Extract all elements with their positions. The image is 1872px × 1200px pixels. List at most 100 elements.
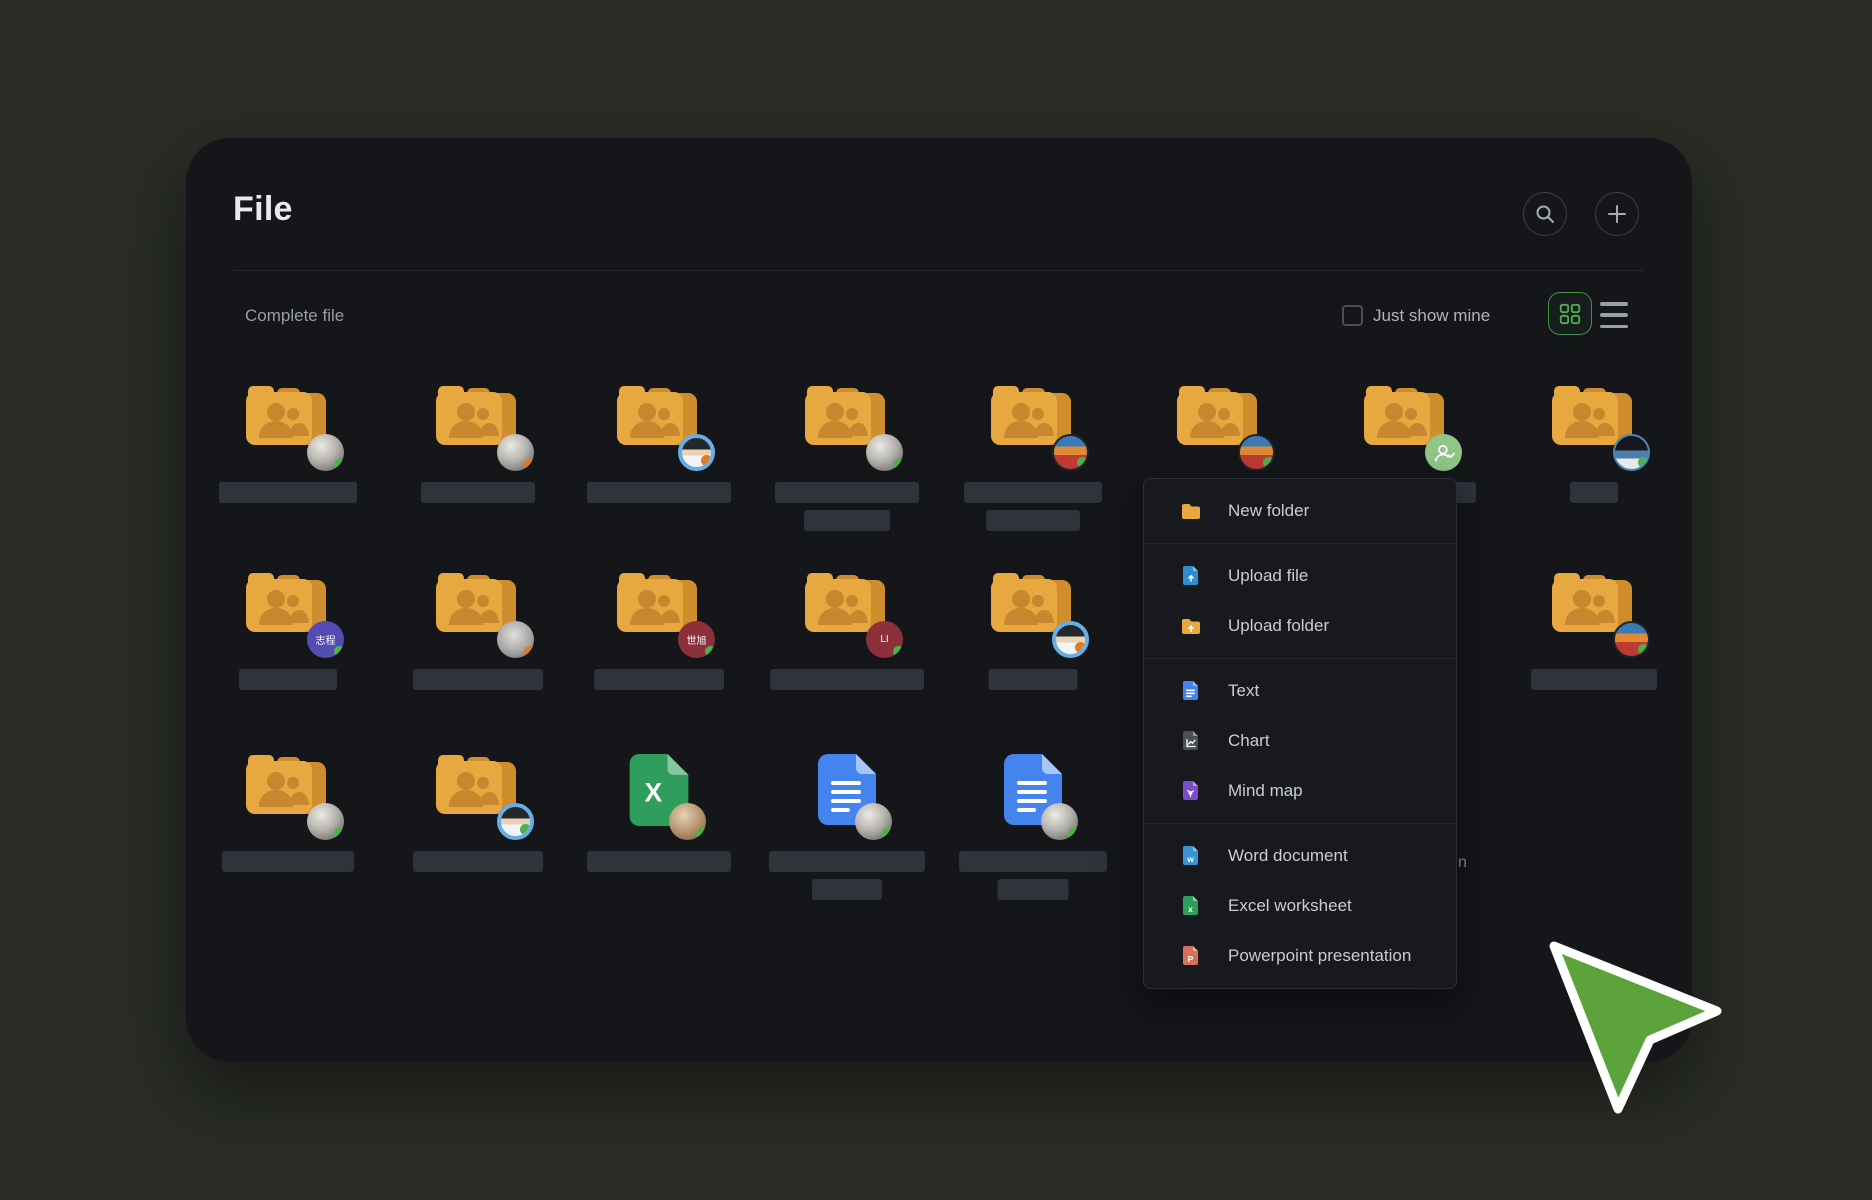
file-icon-wrap	[805, 385, 889, 458]
owner-avatar-globe-gray	[1041, 803, 1078, 840]
file-icon-wrap	[436, 754, 520, 827]
owner-avatar-cartoon-hat	[1613, 621, 1650, 658]
owner-avatar-globe-gray	[307, 434, 344, 471]
menu-item-word-document[interactable]: w Word document	[1144, 831, 1456, 881]
file-manager-window: File Complete file Just show mine	[186, 138, 1692, 1062]
file-icon-wrap: LI	[805, 572, 889, 645]
file-name-placeholder	[594, 669, 724, 690]
owner-avatar-cat-gray	[497, 621, 534, 658]
svg-text:x: x	[1188, 904, 1193, 914]
status-dot-online	[696, 828, 706, 839]
upload-file-icon	[1180, 565, 1202, 587]
status-dot-away	[524, 459, 534, 470]
menu-item-upload-folder[interactable]: Upload folder	[1144, 601, 1456, 651]
status-dot-online	[520, 824, 531, 835]
file-item-shared-folder[interactable]	[1509, 572, 1679, 645]
mindmap-doc-icon	[1180, 780, 1202, 802]
owner-avatar-globe-brown	[669, 803, 706, 840]
file-item-shared-folder[interactable]: LI	[762, 572, 932, 645]
status-dot-online	[1068, 828, 1078, 839]
menu-item-excel-worksheet[interactable]: x Excel worksheet	[1144, 881, 1456, 931]
file-name-placeholder	[587, 851, 731, 872]
file-icon-wrap: X	[628, 754, 690, 831]
file-icon-wrap	[991, 572, 1075, 645]
menu-item-label: Powerpoint presentation	[1228, 946, 1411, 966]
file-item-shared-folder[interactable]: 志程	[203, 572, 373, 645]
owner-avatar-dark-boy	[1613, 434, 1650, 471]
file-item-shared-folder[interactable]	[1321, 385, 1491, 458]
owner-avatar-initials-red: LI	[866, 621, 903, 658]
status-dot-away	[701, 455, 712, 466]
status-dot-online	[882, 828, 892, 839]
status-dot-online	[334, 646, 344, 657]
clipped-file-label-fragment: n	[1458, 854, 1467, 872]
file-name-placeholder	[959, 851, 1107, 872]
status-dot-away	[524, 646, 534, 657]
file-item-blue-doc[interactable]	[762, 754, 932, 830]
file-icon-wrap	[1177, 385, 1261, 458]
file-icon-wrap	[818, 754, 876, 830]
file-item-shared-folder[interactable]	[574, 385, 744, 458]
file-name-placeholder	[812, 879, 882, 900]
file-item-shared-folder[interactable]	[393, 754, 563, 827]
file-item-shared-folder[interactable]: 世旭	[574, 572, 744, 645]
file-icon-wrap	[436, 572, 520, 645]
menu-item-text[interactable]: Text	[1144, 666, 1456, 716]
menu-item-label: New folder	[1228, 501, 1309, 521]
file-name-placeholder	[964, 482, 1102, 503]
owner-avatar-initials-purple: 志程	[307, 621, 344, 658]
status-dot-online	[893, 646, 903, 657]
menu-item-label: Upload folder	[1228, 616, 1329, 636]
chart-doc-icon	[1180, 730, 1202, 752]
ppt-doc-icon: P	[1180, 945, 1202, 967]
file-name-placeholder	[219, 482, 357, 503]
file-name-placeholder	[239, 669, 337, 690]
file-name-placeholder	[413, 669, 543, 690]
menu-item-powerpoint-presentation[interactable]: P Powerpoint presentation	[1144, 931, 1456, 981]
status-dot-online	[334, 459, 344, 470]
word-doc-icon: w	[1180, 845, 1202, 867]
upload-folder-icon	[1180, 615, 1202, 637]
file-icon-wrap	[1552, 572, 1636, 645]
menu-item-label: Mind map	[1228, 781, 1303, 801]
owner-avatar-boy-glasses	[1052, 621, 1089, 658]
file-item-shared-folder[interactable]	[1509, 385, 1679, 458]
avatar-initials: LI	[880, 634, 888, 645]
menu-section: w Word documentx Excel worksheetP Powerp…	[1144, 823, 1456, 988]
menu-item-mind-map[interactable]: Mind map	[1144, 766, 1456, 816]
file-item-shared-folder[interactable]	[203, 754, 373, 827]
owner-avatar-globe-gray	[497, 434, 534, 471]
file-item-blue-doc[interactable]	[948, 754, 1118, 830]
file-item-shared-folder[interactable]	[393, 572, 563, 645]
file-name-placeholder	[998, 879, 1069, 900]
file-name-placeholder	[1570, 482, 1618, 503]
file-item-shared-folder[interactable]	[948, 572, 1118, 645]
owner-avatar-cartoon-hat	[1238, 434, 1275, 471]
menu-item-label: Word document	[1228, 846, 1348, 866]
file-name-placeholder	[989, 669, 1078, 690]
file-item-shared-folder[interactable]	[948, 385, 1118, 458]
file-item-shared-folder[interactable]	[393, 385, 563, 458]
file-icon-wrap: 志程	[246, 572, 330, 645]
menu-item-chart[interactable]: Chart	[1144, 716, 1456, 766]
file-item-shared-folder[interactable]	[1134, 385, 1304, 458]
file-item-shared-folder[interactable]	[762, 385, 932, 458]
file-item-shared-folder[interactable]	[203, 385, 373, 458]
file-icon-wrap	[246, 385, 330, 458]
menu-section: Text Chart Mind map	[1144, 658, 1456, 823]
file-icon-wrap	[617, 385, 701, 458]
status-dot-online	[334, 828, 344, 839]
menu-item-upload-file[interactable]: Upload file	[1144, 551, 1456, 601]
file-icon-wrap	[1364, 385, 1448, 458]
menu-item-label: Text	[1228, 681, 1259, 701]
cursor-pointer	[1528, 918, 1748, 1143]
owner-avatar-boy-glasses	[497, 803, 534, 840]
file-item-excel-sheet[interactable]: X	[574, 754, 744, 831]
text-doc-icon	[1180, 680, 1202, 702]
new-folder-icon	[1180, 500, 1202, 522]
owner-avatar-globe-gray	[307, 803, 344, 840]
file-icon-wrap	[1552, 385, 1636, 458]
file-name-placeholder	[421, 482, 535, 503]
svg-text:w: w	[1186, 854, 1194, 864]
menu-item-new-folder[interactable]: New folder	[1144, 486, 1456, 536]
